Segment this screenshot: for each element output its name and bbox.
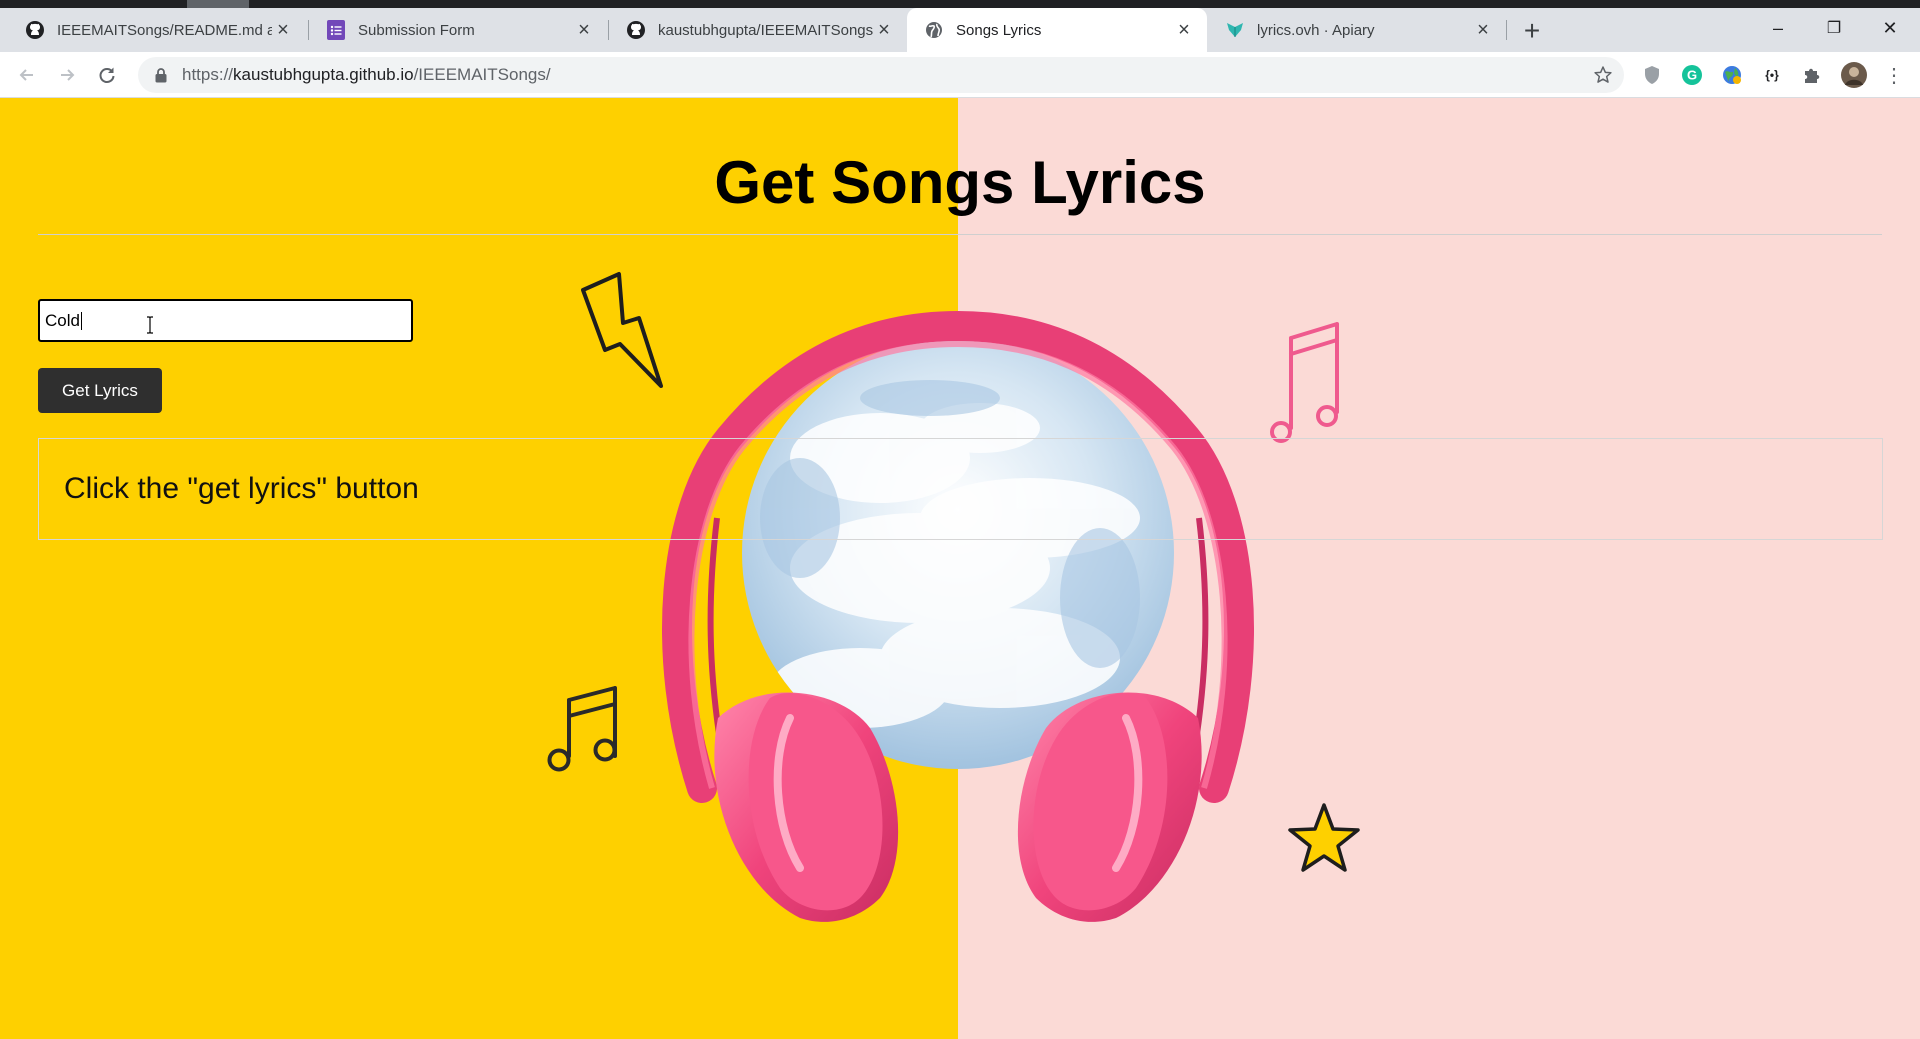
github-icon <box>25 20 45 40</box>
lyrics-result-box: Click the "get lyrics" button <box>38 438 1883 540</box>
lightning-bolt-icon <box>581 272 663 388</box>
music-note-black-icon <box>547 686 617 772</box>
address-bar[interactable]: https://kaustubhgupta.github.io/IEEEMAIT… <box>138 57 1624 93</box>
url-path: /IEEEMAITSongs/ <box>413 65 551 84</box>
lock-icon <box>152 66 170 84</box>
grammarly-icon[interactable]: G <box>1680 63 1704 87</box>
tab-title: lyrics.ovh · Apiary <box>1257 21 1375 39</box>
search-input-value: Cold <box>45 310 80 330</box>
text-caret <box>80 311 82 330</box>
close-window-button[interactable]: ✕ <box>1862 8 1918 48</box>
back-button[interactable] <box>11 59 43 91</box>
tab-apiary[interactable]: lyrics.ovh · Apiary × <box>1208 8 1506 52</box>
forward-arrow-icon <box>61 69 75 81</box>
get-lyrics-button[interactable]: Get Lyrics <box>38 368 162 413</box>
globe-extension-icon[interactable] <box>1720 63 1744 87</box>
tab-title: Songs Lyrics <box>956 21 1042 39</box>
globe-icon <box>924 20 944 40</box>
reload-icon <box>99 67 115 83</box>
page-viewport: Get Songs Lyrics Cold Get Lyrics Click t… <box>0 98 1920 1039</box>
puzzle-icon[interactable] <box>1800 63 1824 87</box>
page-title: Get Songs Lyrics <box>714 149 1206 216</box>
tab-songs-lyrics[interactable]: Songs Lyrics × <box>907 8 1207 52</box>
tab-submission-form[interactable]: Submission Form × <box>309 8 607 52</box>
tab-separator <box>1506 20 1507 40</box>
page-illustration <box>547 272 1360 922</box>
tab-bar: IEEEMAITSongs/README.md at m × Submissio… <box>0 8 1920 52</box>
tab-close-icon[interactable]: × <box>1472 19 1494 41</box>
song-search-input[interactable]: Cold <box>38 299 413 342</box>
shield-icon[interactable] <box>1640 63 1664 87</box>
url-scheme: https:// <box>182 65 234 84</box>
svg-text:G: G <box>1687 68 1697 83</box>
tab-close-icon[interactable]: × <box>573 19 595 41</box>
tab-close-icon[interactable]: × <box>873 19 895 41</box>
google-forms-icon <box>326 20 346 40</box>
lyrics-result-text: Click the "get lyrics" button <box>64 472 419 505</box>
window-top-strip <box>0 0 1920 8</box>
tab-close-icon[interactable]: × <box>272 19 294 41</box>
tab-close-icon[interactable]: × <box>1173 19 1195 41</box>
bookmark-star-icon[interactable] <box>1590 62 1616 88</box>
window-indicator <box>187 0 249 8</box>
url-text: https://kaustubhgupta.github.io/IEEEMAIT… <box>182 65 551 85</box>
forward-button[interactable] <box>51 59 83 91</box>
apiary-icon <box>1225 20 1245 40</box>
tab-title: kaustubhgupta/IEEEMAITSongs <box>658 21 873 39</box>
star-icon <box>1288 803 1360 872</box>
ibeam-cursor-icon <box>147 316 153 334</box>
restore-button[interactable]: ❐ <box>1806 8 1862 48</box>
json-viewer-icon[interactable]: {•} <box>1760 63 1784 87</box>
tab-title: Submission Form <box>358 21 475 39</box>
tab-title: IEEEMAITSongs/README.md at m <box>57 21 272 39</box>
github-icon <box>626 20 646 40</box>
minimize-button[interactable]: – <box>1750 8 1806 48</box>
tab-readme[interactable]: IEEEMAITSongs/README.md at m × <box>8 8 306 52</box>
new-tab-button[interactable]: + <box>1517 15 1547 46</box>
back-arrow-icon <box>19 69 33 81</box>
url-host: kaustubhgupta.github.io <box>233 65 414 84</box>
profile-avatar[interactable] <box>1840 61 1868 89</box>
title-divider <box>38 234 1882 235</box>
browser-toolbar: https://kaustubhgupta.github.io/IEEEMAIT… <box>0 52 1920 98</box>
music-note-pink-icon <box>1270 322 1339 443</box>
menu-kebab-icon[interactable]: ⋮ <box>1882 63 1906 87</box>
tab-github-repo[interactable]: kaustubhgupta/IEEEMAITSongs × <box>609 8 907 52</box>
reload-button[interactable] <box>91 59 123 91</box>
